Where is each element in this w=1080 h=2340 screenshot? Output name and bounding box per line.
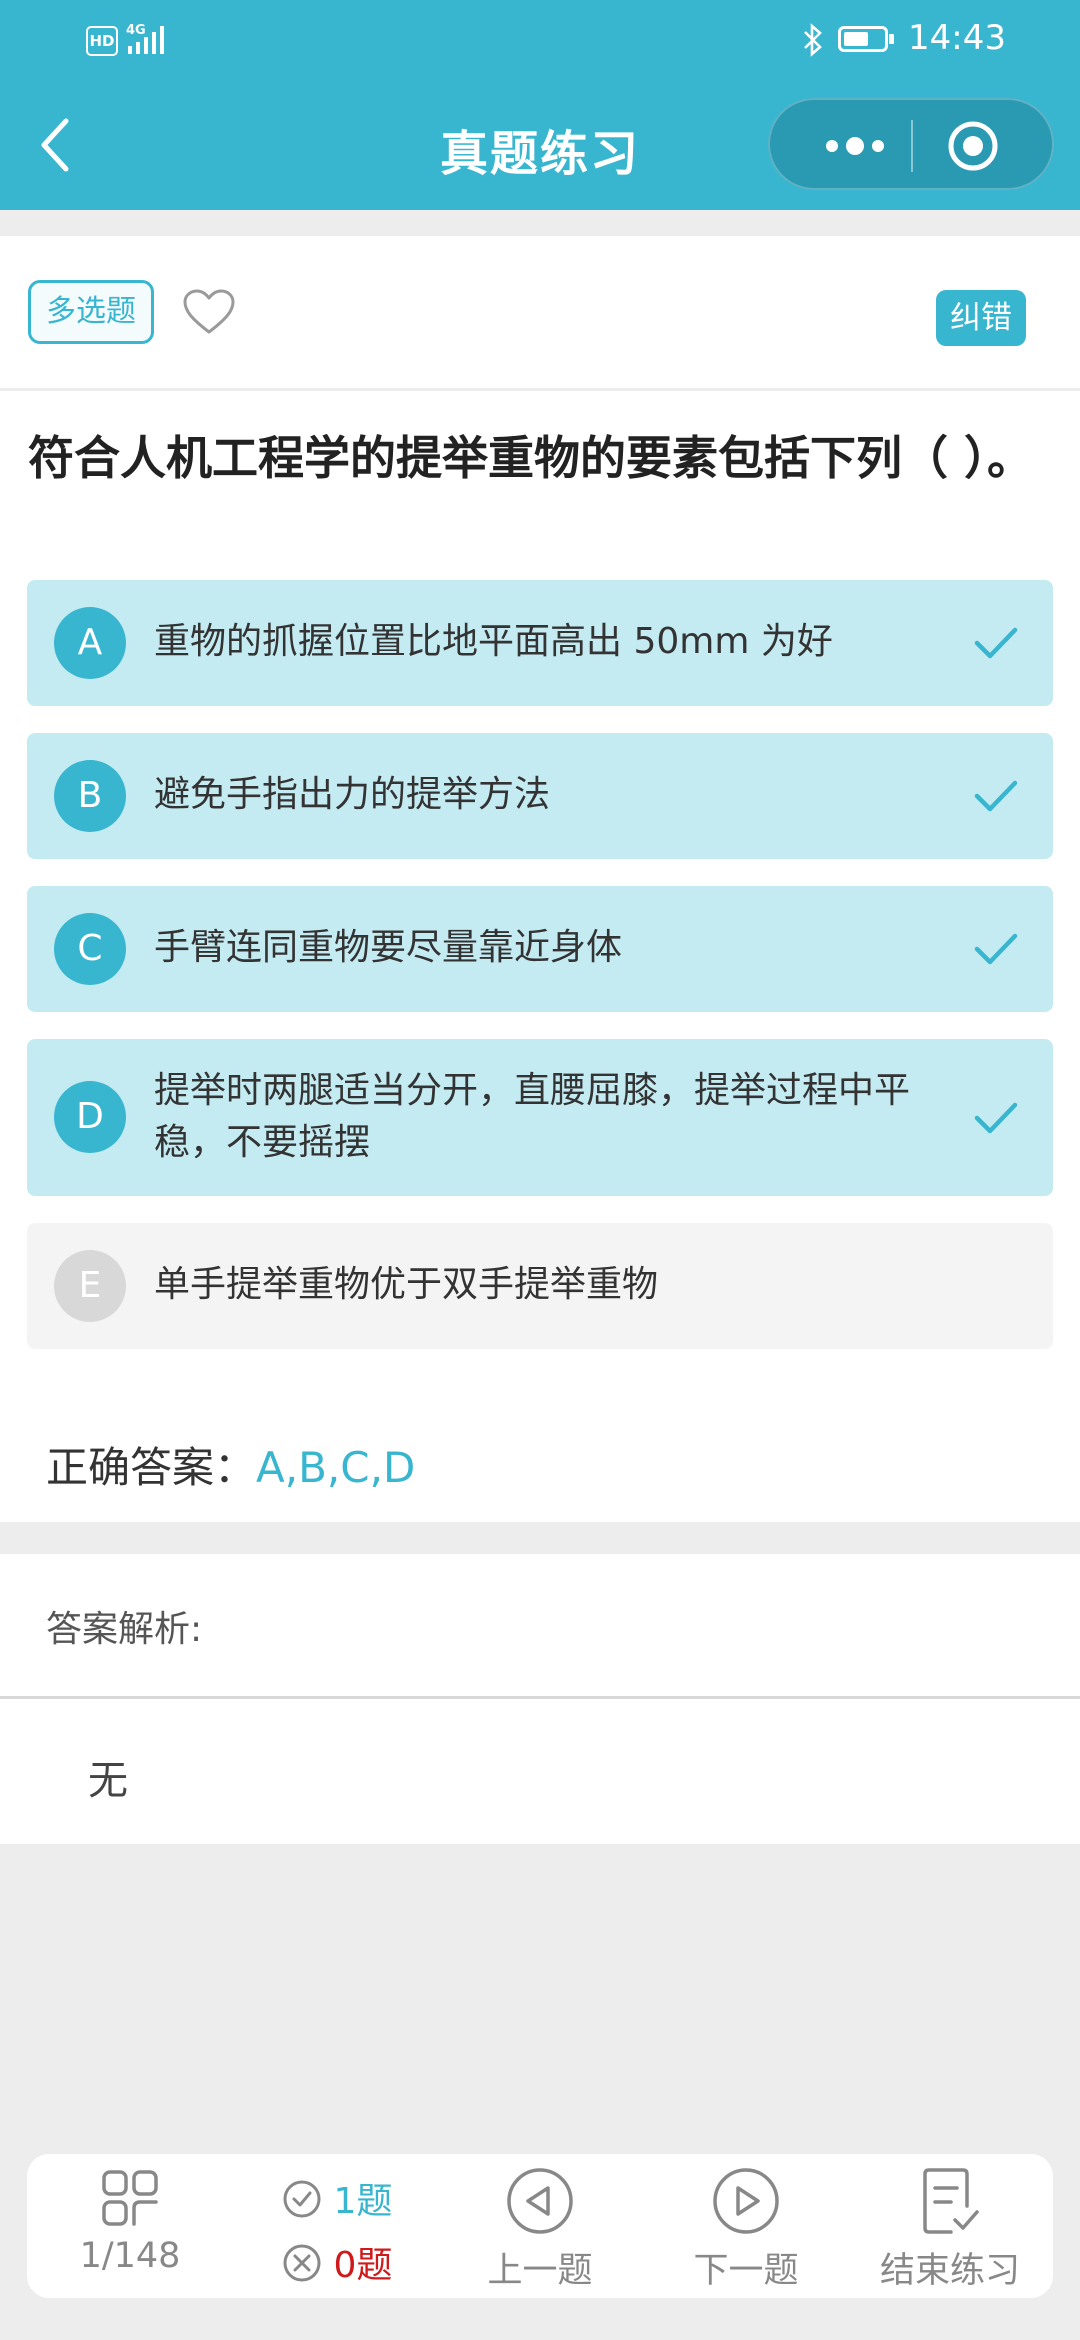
check-icon	[974, 1102, 1018, 1134]
option-c[interactable]: C 手臂连同重物要尽量靠近身体	[27, 886, 1053, 1012]
next-question-button[interactable]: 下一题	[676, 2166, 816, 2293]
miniprogram-capsule	[768, 98, 1054, 190]
check-icon	[974, 627, 1018, 659]
correct-answer-value: A,B,C,D	[256, 1443, 416, 1492]
x-circle-icon	[283, 2244, 321, 2282]
option-d[interactable]: D 提举时两腿适当分开，直腰屈膝，提举过程中平稳，不要摇摆	[27, 1039, 1053, 1196]
correct-count: 1题	[282, 2172, 392, 2224]
report-error-button[interactable]: 纠错	[936, 290, 1026, 346]
bluetooth-icon	[804, 23, 822, 57]
heart-icon[interactable]	[182, 288, 236, 336]
capsule-divider	[911, 120, 913, 172]
analysis-label: 答案解析:	[46, 1609, 203, 1650]
option-letter: A	[54, 607, 126, 679]
analysis-text: 无	[88, 1758, 128, 1804]
check-icon	[974, 780, 1018, 812]
header-bar: HD 4G 14:43 真题练习	[0, 0, 1080, 210]
wrong-count-value: 0题	[333, 2245, 393, 2286]
analysis-card	[0, 1554, 1080, 1844]
signal-icon: 4G	[126, 23, 164, 54]
progress-label: 1/148	[79, 2236, 181, 2276]
clock: 14:43	[908, 18, 1006, 58]
correct-count-value: 1题	[333, 2181, 393, 2222]
option-text: 避免手指出力的提举方法	[154, 774, 551, 815]
svg-text:4G: 4G	[126, 23, 146, 38]
end-label: 结束练习	[879, 2251, 1020, 2291]
more-dots-icon[interactable]	[810, 126, 910, 166]
option-a[interactable]: A 重物的抓握位置比地平面高出 50mm 为好	[27, 580, 1053, 706]
next-icon	[713, 2168, 779, 2234]
wrong-count: 0题	[282, 2236, 392, 2288]
option-letter: B	[54, 760, 126, 832]
check-circle-icon	[283, 2180, 321, 2218]
divider	[0, 388, 1080, 391]
prev-icon	[507, 2168, 573, 2234]
prev-label: 上一题	[487, 2251, 593, 2291]
question-type-tag: 多选题	[28, 280, 154, 344]
prev-question-button[interactable]: 上一题	[470, 2166, 610, 2293]
status-bar: HD 4G 14:43	[0, 0, 1080, 80]
hd-badge: HD	[86, 26, 118, 56]
option-text: 单手提举重物优于双手提举重物	[154, 1264, 659, 1305]
correct-answer: 正确答案：A,B,C,D	[46, 1434, 415, 1495]
option-e[interactable]: E 单手提举重物优于双手提举重物	[27, 1223, 1053, 1349]
grid-icon	[102, 2170, 158, 2226]
option-text: 提举时两腿适当分开，直腰屈膝，提举过程中平稳，不要摇摆	[154, 1070, 911, 1163]
option-text: 手臂连同重物要尽量靠近身体	[154, 927, 623, 968]
divider	[0, 1696, 1080, 1699]
correct-answer-label: 正确答案：	[46, 1443, 257, 1492]
option-letter: C	[54, 913, 126, 985]
answer-sheet-button[interactable]: 1/148	[56, 2166, 204, 2276]
question-text: 符合人机工程学的提举重物的要素包括下列（ ）。	[28, 431, 1034, 485]
target-circle-icon[interactable]	[946, 119, 1000, 173]
end-practice-button[interactable]: 结束练习	[870, 2166, 1030, 2293]
check-icon	[974, 933, 1018, 965]
checklist-icon	[923, 2168, 979, 2234]
option-b[interactable]: B 避免手指出力的提举方法	[27, 733, 1053, 859]
option-letter: E	[54, 1250, 126, 1322]
next-label: 下一题	[693, 2251, 799, 2291]
option-text: 重物的抓握位置比地平面高出 50mm 为好	[154, 621, 833, 662]
battery-icon	[838, 26, 894, 52]
option-letter: D	[54, 1081, 126, 1153]
